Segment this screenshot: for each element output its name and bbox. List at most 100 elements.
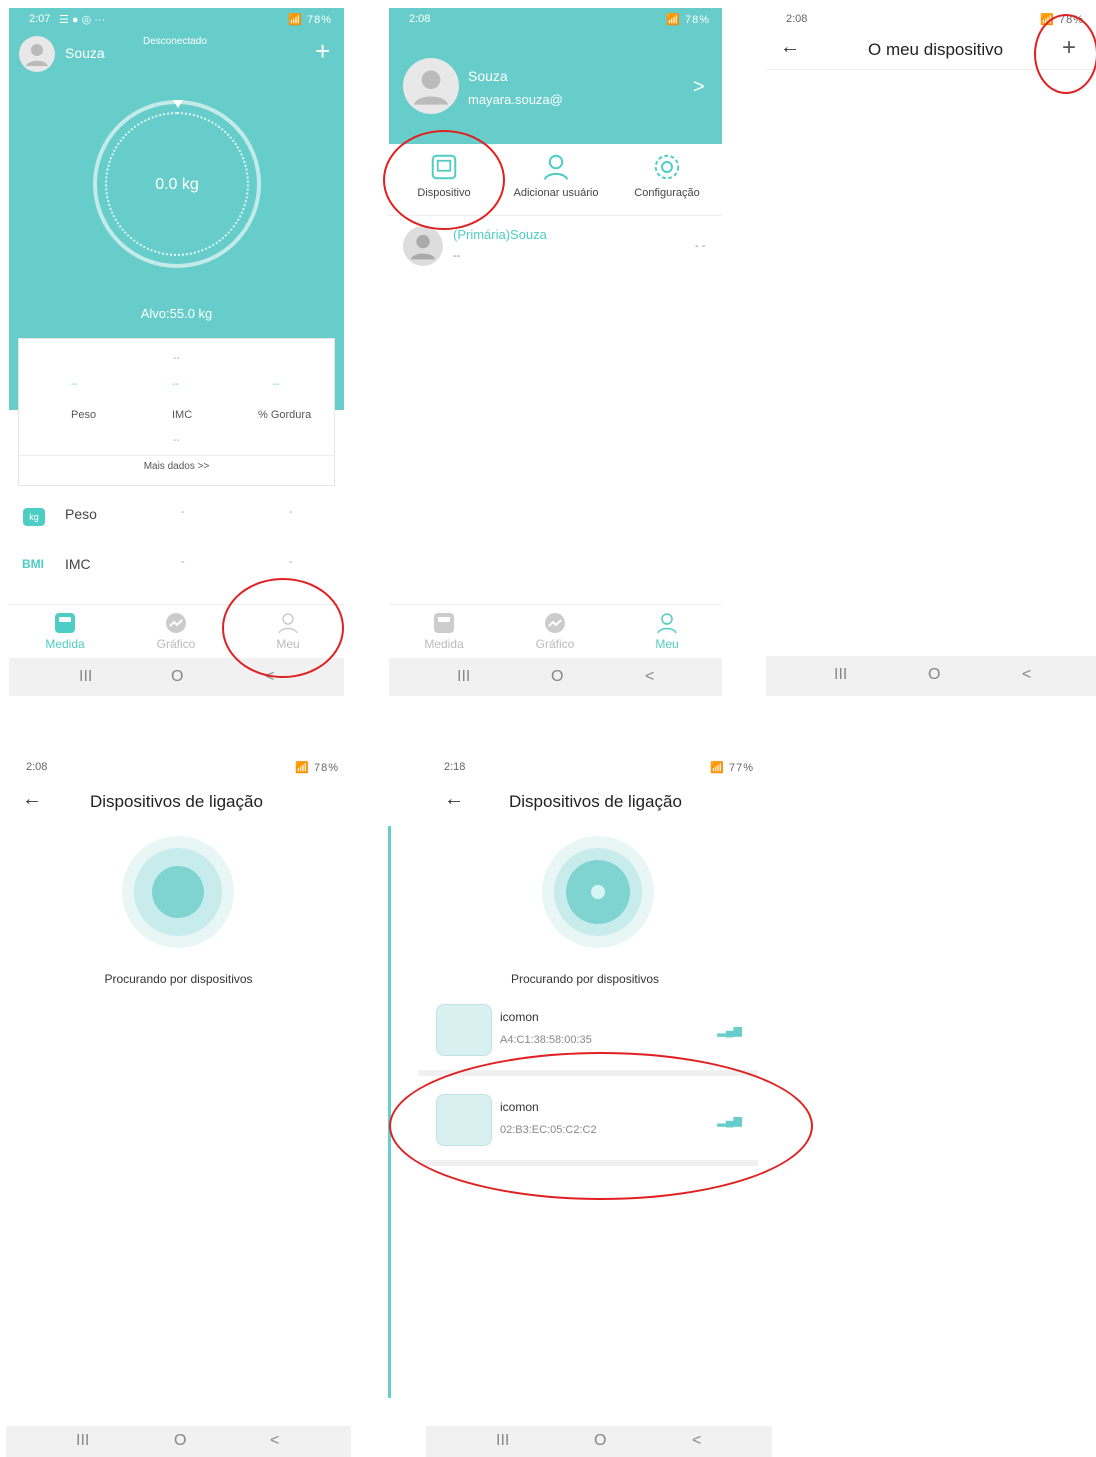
tab-label: Gráfico	[535, 637, 575, 651]
dial-marker	[173, 100, 183, 108]
user-email: mayara.souza@	[468, 92, 563, 107]
user-icon	[410, 234, 436, 260]
list-value-2: -	[289, 506, 293, 518]
annotation-circle	[1034, 14, 1096, 94]
signal-icon: ▂▄▆	[717, 1025, 742, 1037]
home-button[interactable]: O	[551, 668, 563, 686]
weight-value: 0.0 kg	[155, 176, 199, 193]
screen-my-device: 2:08 📶 78% ← O meu dispositivo + III O <	[766, 8, 1096, 696]
recent-apps-button[interactable]: III	[76, 1432, 89, 1450]
tab-label: Medida	[424, 637, 464, 651]
searching-label: Procurando por dispositivos	[510, 972, 660, 986]
add-user-icon	[543, 154, 569, 181]
scale-icon	[434, 613, 454, 633]
imc-value: --	[172, 379, 179, 390]
divider	[19, 455, 334, 456]
status-bar: 2:18 📶 77%	[388, 756, 772, 776]
avatar[interactable]	[403, 58, 459, 114]
member-name: (Primária)Souza	[453, 227, 547, 242]
device-name: icomon	[500, 1010, 539, 1024]
radar-core	[152, 866, 204, 918]
status-bar: 2:08 📶 78%	[6, 756, 351, 776]
add-icon[interactable]: +	[315, 36, 330, 67]
imc-label: IMC	[172, 409, 193, 421]
list-value: -	[181, 506, 185, 518]
annotation-circle	[222, 578, 344, 678]
page-title: O meu dispositivo	[868, 40, 1004, 59]
battery-percent: 77%	[728, 762, 754, 774]
user-name: Souza	[468, 68, 508, 84]
battery-status: 📶 78%	[288, 14, 332, 26]
tab-label: Medida	[45, 637, 85, 651]
battery-percent: 78%	[684, 14, 710, 26]
title-bar: ← Dispositivos de ligação	[6, 782, 351, 822]
back-arrow-icon[interactable]: ←	[780, 36, 800, 59]
teal-edge-line	[388, 826, 391, 1398]
page-title: Dispositivos de ligação	[90, 792, 263, 811]
user-icon	[413, 70, 449, 105]
settings-button[interactable]: Configuração	[621, 152, 713, 199]
recent-apps-button[interactable]: III	[834, 666, 847, 684]
back-button[interactable]: <	[1022, 666, 1031, 684]
page-title: Dispositivos de ligação	[509, 792, 682, 811]
system-nav-bar: III O <	[426, 1426, 772, 1457]
add-user-button[interactable]: Adicionar usuário	[501, 152, 611, 199]
gordura-value: --	[273, 379, 280, 390]
avatar	[403, 226, 443, 266]
list-value-2: -	[289, 556, 293, 568]
screen-bind-searching: 2:08 📶 78% ← Dispositivos de ligação Pro…	[6, 756, 351, 1457]
chart-icon	[166, 613, 186, 633]
gear-icon	[654, 154, 680, 180]
radar-indicator	[122, 836, 234, 948]
action-label: Configuração	[634, 187, 700, 199]
recent-apps-button[interactable]: III	[79, 668, 92, 686]
system-nav-bar: III O <	[6, 1426, 351, 1457]
tab-label: Meu	[655, 637, 679, 651]
list-value: -	[181, 556, 185, 568]
member-value: - -	[695, 240, 706, 252]
avatar[interactable]	[19, 36, 55, 72]
recent-apps-button[interactable]: III	[496, 1432, 509, 1450]
back-button[interactable]: <	[270, 1432, 279, 1450]
list-item[interactable]: kg Peso - -	[9, 498, 344, 542]
annotation-circle	[389, 1052, 813, 1200]
connection-status: Desconectado	[143, 36, 207, 47]
action-label: Adicionar usuário	[513, 187, 599, 199]
battery-status: 📶 78%	[295, 762, 339, 774]
home-button[interactable]: O	[174, 1432, 186, 1450]
back-button[interactable]: <	[692, 1432, 701, 1450]
bmi-icon: BMI	[22, 557, 44, 571]
weight-dial: 0.0 kg	[93, 100, 261, 268]
back-arrow-icon[interactable]: ←	[444, 788, 464, 811]
tab-meu[interactable]: Meu	[627, 611, 707, 651]
home-button[interactable]: O	[171, 668, 183, 686]
list-label: Peso	[65, 506, 97, 522]
scale-icon	[436, 1004, 492, 1056]
chevron-right-icon[interactable]: >	[693, 76, 705, 99]
tab-grafico[interactable]: Gráfico	[515, 611, 595, 651]
back-button[interactable]: <	[645, 668, 654, 686]
recent-apps-button[interactable]: III	[457, 668, 470, 686]
user-icon	[26, 44, 48, 66]
status-bar: 2:08 📶 78%	[389, 8, 722, 28]
title-bar: ← Dispositivos de ligação	[388, 782, 772, 822]
tab-grafico[interactable]: Gráfico	[136, 611, 216, 651]
kg-icon: kg	[23, 508, 45, 526]
tab-label: Gráfico	[156, 637, 196, 651]
screen-profile: 2:08 📶 78% Souza mayara.souza@ > Disposi…	[389, 8, 722, 696]
back-arrow-icon[interactable]: ←	[22, 788, 42, 811]
system-nav-bar: III O <	[766, 656, 1096, 696]
status-time: 2:08	[786, 13, 808, 25]
device-mac: A4:C1:38:58:00:35	[500, 1034, 592, 1046]
scale-icon	[55, 613, 75, 633]
tab-medida[interactable]: Medida	[404, 611, 484, 651]
status-time: 2:07	[29, 13, 51, 25]
gordura-label: % Gordura	[258, 409, 312, 421]
home-button[interactable]: O	[594, 1432, 606, 1450]
user-name: Souza	[65, 45, 105, 61]
status-bar: 2:07 ☰ ● ◎ ··· 📶 78%	[9, 8, 344, 28]
home-button[interactable]: O	[928, 666, 940, 684]
status-time: 2:08	[26, 761, 48, 773]
tab-medida[interactable]: Medida	[25, 611, 105, 651]
more-data-link[interactable]: Mais dados >>	[19, 461, 334, 472]
